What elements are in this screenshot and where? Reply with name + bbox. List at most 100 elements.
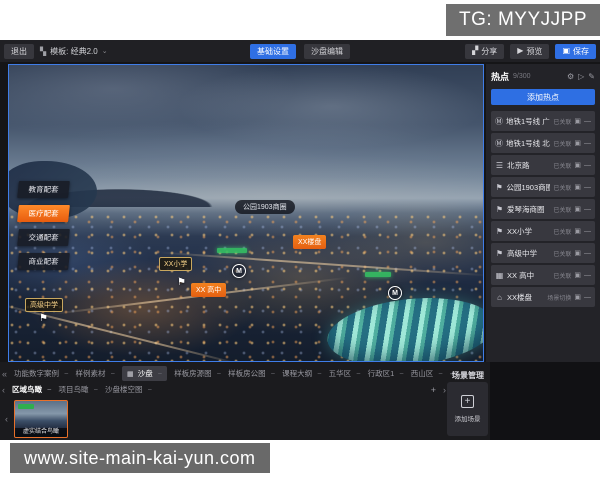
link-icon[interactable]: ▣	[574, 117, 581, 125]
hotspot-status: 已关联	[553, 251, 572, 258]
play-icon: ▶	[517, 46, 524, 55]
share-button[interactable]: ▞ 分享	[465, 43, 505, 59]
base-settings-button[interactable]: 基础设置	[250, 43, 296, 59]
scene-tab[interactable]: 五华区	[329, 368, 361, 379]
map-category-button[interactable]: 交通配套	[17, 229, 70, 246]
top-toolbar: 退出 ▚ 模板: 经典2.0 ⌄ 基础设置 沙盘编辑 ▞ 分享 ▶ 预览 ▣ 保…	[0, 40, 600, 62]
hotspot-status: 场景切换	[547, 295, 572, 302]
add-scene-plus-icon: +	[461, 395, 474, 408]
sandbox-edit-button[interactable]: 沙盘编辑	[304, 43, 350, 59]
scene-thumbnail[interactable]: 虚实结合鸟瞰	[14, 400, 68, 438]
hotspot-label: 公园1903商圈	[506, 182, 551, 192]
remove-icon[interactable]: —	[584, 206, 591, 213]
map-hotspot-label[interactable]: 高级中学	[25, 298, 63, 312]
remove-icon[interactable]: —	[584, 228, 591, 235]
hotspot-label: 北京路	[507, 160, 530, 170]
flag-marker-icon[interactable]: ⚑	[39, 313, 48, 324]
link-icon[interactable]: ▣	[574, 205, 581, 213]
hotspot-list-item[interactable]: ⌂ XX楼盘 场景切换 ▣ —	[491, 287, 595, 307]
category-label: 商业配套	[28, 257, 59, 266]
scroll-right-icon[interactable]: ›	[443, 385, 446, 395]
link-icon[interactable]: ▣	[574, 293, 581, 301]
remove-icon[interactable]: —	[584, 272, 591, 279]
hotspot-list-item[interactable]: ⚑ 爱琴海商圈 已关联 ▣ —	[491, 199, 595, 219]
map-hotspot-label[interactable]: XX楼盘	[293, 235, 327, 249]
map-hotspot-label[interactable]: XX 高中	[191, 283, 227, 297]
link-icon[interactable]: ▣	[574, 271, 581, 279]
toolbar-left: 退出 ▚ 模板: 经典2.0 ⌄	[4, 43, 108, 59]
metro-marker-icon[interactable]: M	[232, 264, 246, 278]
map-category-button[interactable]: 商业配套	[17, 253, 70, 270]
flag-marker-icon[interactable]: ⚑	[177, 277, 186, 288]
scene-tab[interactable]: 课程大纲	[282, 368, 321, 379]
hotspot-status: 已关联	[553, 207, 572, 214]
hotspot-list-item[interactable]: Ⓜ 地铁1号线 广… 已关联 ▣ —	[491, 111, 595, 131]
hotspot-label-text: 高级中学	[30, 302, 58, 309]
link-icon[interactable]: ▣	[574, 227, 581, 235]
preview-label: 预览	[526, 46, 543, 56]
map-category-button[interactable]: 医疗配套	[17, 205, 70, 222]
hotspot-list: Ⓜ 地铁1号线 广… 已关联 ▣ — Ⓜ 地铁1号线 北… 已关联 ▣ — ☰ …	[491, 111, 595, 307]
add-hotspot-button[interactable]: 添加热点	[491, 89, 595, 105]
hotspot-label: 地铁1号线 广…	[506, 116, 550, 126]
add-scene-button[interactable]: + 添加场景	[447, 382, 488, 436]
hotspot-label: XX小学	[507, 226, 533, 236]
edit-icon[interactable]: ✎	[588, 72, 595, 81]
view-tab[interactable]: 沙盘楼空图	[105, 384, 152, 395]
view-tab[interactable]: 区域鸟瞰	[12, 384, 51, 395]
hotspot-list-item[interactable]: ☰ 北京路 已关联 ▣ —	[491, 155, 595, 175]
remove-icon[interactable]: —	[584, 162, 591, 169]
scene-tab[interactable]: 样板房公图	[228, 368, 275, 379]
hotspot-label: 高级中学	[507, 248, 537, 258]
hotspot-type-icon: ⌂	[497, 292, 502, 302]
view-tab[interactable]: 项目鸟瞰	[58, 384, 97, 395]
hotspot-status: 已关联	[553, 119, 572, 126]
scene-tab[interactable]: ▦ 沙盘	[121, 366, 168, 381]
hotspot-header-icons: ⚙ ▷ ✎	[567, 72, 595, 81]
remove-icon[interactable]: —	[584, 118, 591, 125]
hotspot-panel: 热点 9/300 ⚙ ▷ ✎ 添加热点 Ⓜ 地铁1号线 广… 已关联 ▣ —	[486, 64, 600, 362]
map-category-button[interactable]: 教育配套	[17, 181, 70, 198]
map-canvas[interactable]: 教育配套 医疗配套 交通配套 商业配套 公园1903商圈 XX楼盘 XX小学 X…	[8, 64, 484, 362]
hotspot-list-item[interactable]: ⚑ 高级中学 已关联 ▣ —	[491, 243, 595, 263]
scene-tab[interactable]: 样板房源图	[174, 368, 221, 379]
add-tab-icon[interactable]: +	[431, 385, 436, 395]
remove-icon[interactable]: —	[584, 294, 591, 301]
toolbar-center: 基础设置 沙盘编辑	[250, 43, 350, 59]
hotspot-list-item[interactable]: ▦ XX 高中 已关联 ▣ —	[491, 265, 595, 285]
link-icon[interactable]: ▣	[574, 183, 581, 191]
led-sign	[365, 272, 391, 277]
scene-tab[interactable]: 西山区	[411, 368, 443, 379]
link-icon[interactable]: ▣	[574, 161, 581, 169]
scroll-left-icon[interactable]: ‹	[5, 414, 8, 424]
preview-button[interactable]: ▶ 预览	[510, 43, 550, 59]
bottom-bar: « 功能数字案例 样例素材 ▦ 沙盘 样板房源图 样板房公图 课程大纲	[0, 362, 600, 440]
play-outline-icon[interactable]: ▷	[578, 72, 584, 81]
exit-button[interactable]: 退出	[4, 43, 34, 59]
hotspot-list-item[interactable]: ⚑ 公园1903商圈 已关联 ▣ —	[491, 177, 595, 197]
map-hotspot-label[interactable]: XX小学	[159, 257, 193, 271]
map-hotspot-label[interactable]: 公园1903商圈	[235, 200, 295, 214]
scene-tab-label: 功能数字案例	[14, 369, 60, 378]
scene-tab-label: 沙盘	[137, 369, 153, 378]
category-label: 医疗配套	[28, 209, 59, 218]
hotspot-list-item[interactable]: Ⓜ 地铁1号线 北… 已关联 ▣ —	[491, 133, 595, 153]
scroll-left-icon[interactable]: ‹	[2, 385, 5, 395]
remove-icon[interactable]: —	[584, 184, 591, 191]
template-selector[interactable]: ▚ 模板: 经典2.0 ⌄	[40, 46, 108, 57]
hotspot-list-item[interactable]: ⚑ XX小学 已关联 ▣ —	[491, 221, 595, 241]
link-icon[interactable]: ▣	[574, 249, 581, 257]
hotspot-label-text: XX小学	[164, 261, 188, 268]
hotspot-type-icon: ⚑	[495, 226, 504, 236]
metro-marker-icon[interactable]: M	[388, 286, 402, 300]
remove-icon[interactable]: —	[584, 140, 591, 147]
remove-icon[interactable]: —	[584, 250, 591, 257]
scene-tab[interactable]: 功能数字案例	[14, 368, 68, 379]
link-icon[interactable]: ▣	[574, 139, 581, 147]
scene-tab[interactable]: 样例素材	[76, 368, 115, 379]
gear-icon[interactable]: ⚙	[567, 72, 574, 81]
save-button[interactable]: ▣ 保存	[555, 43, 596, 59]
scene-tab[interactable]: 行政区1	[368, 368, 404, 379]
hotspot-label-text: XX 高中	[196, 287, 222, 294]
scroll-left-icon[interactable]: «	[2, 369, 7, 379]
